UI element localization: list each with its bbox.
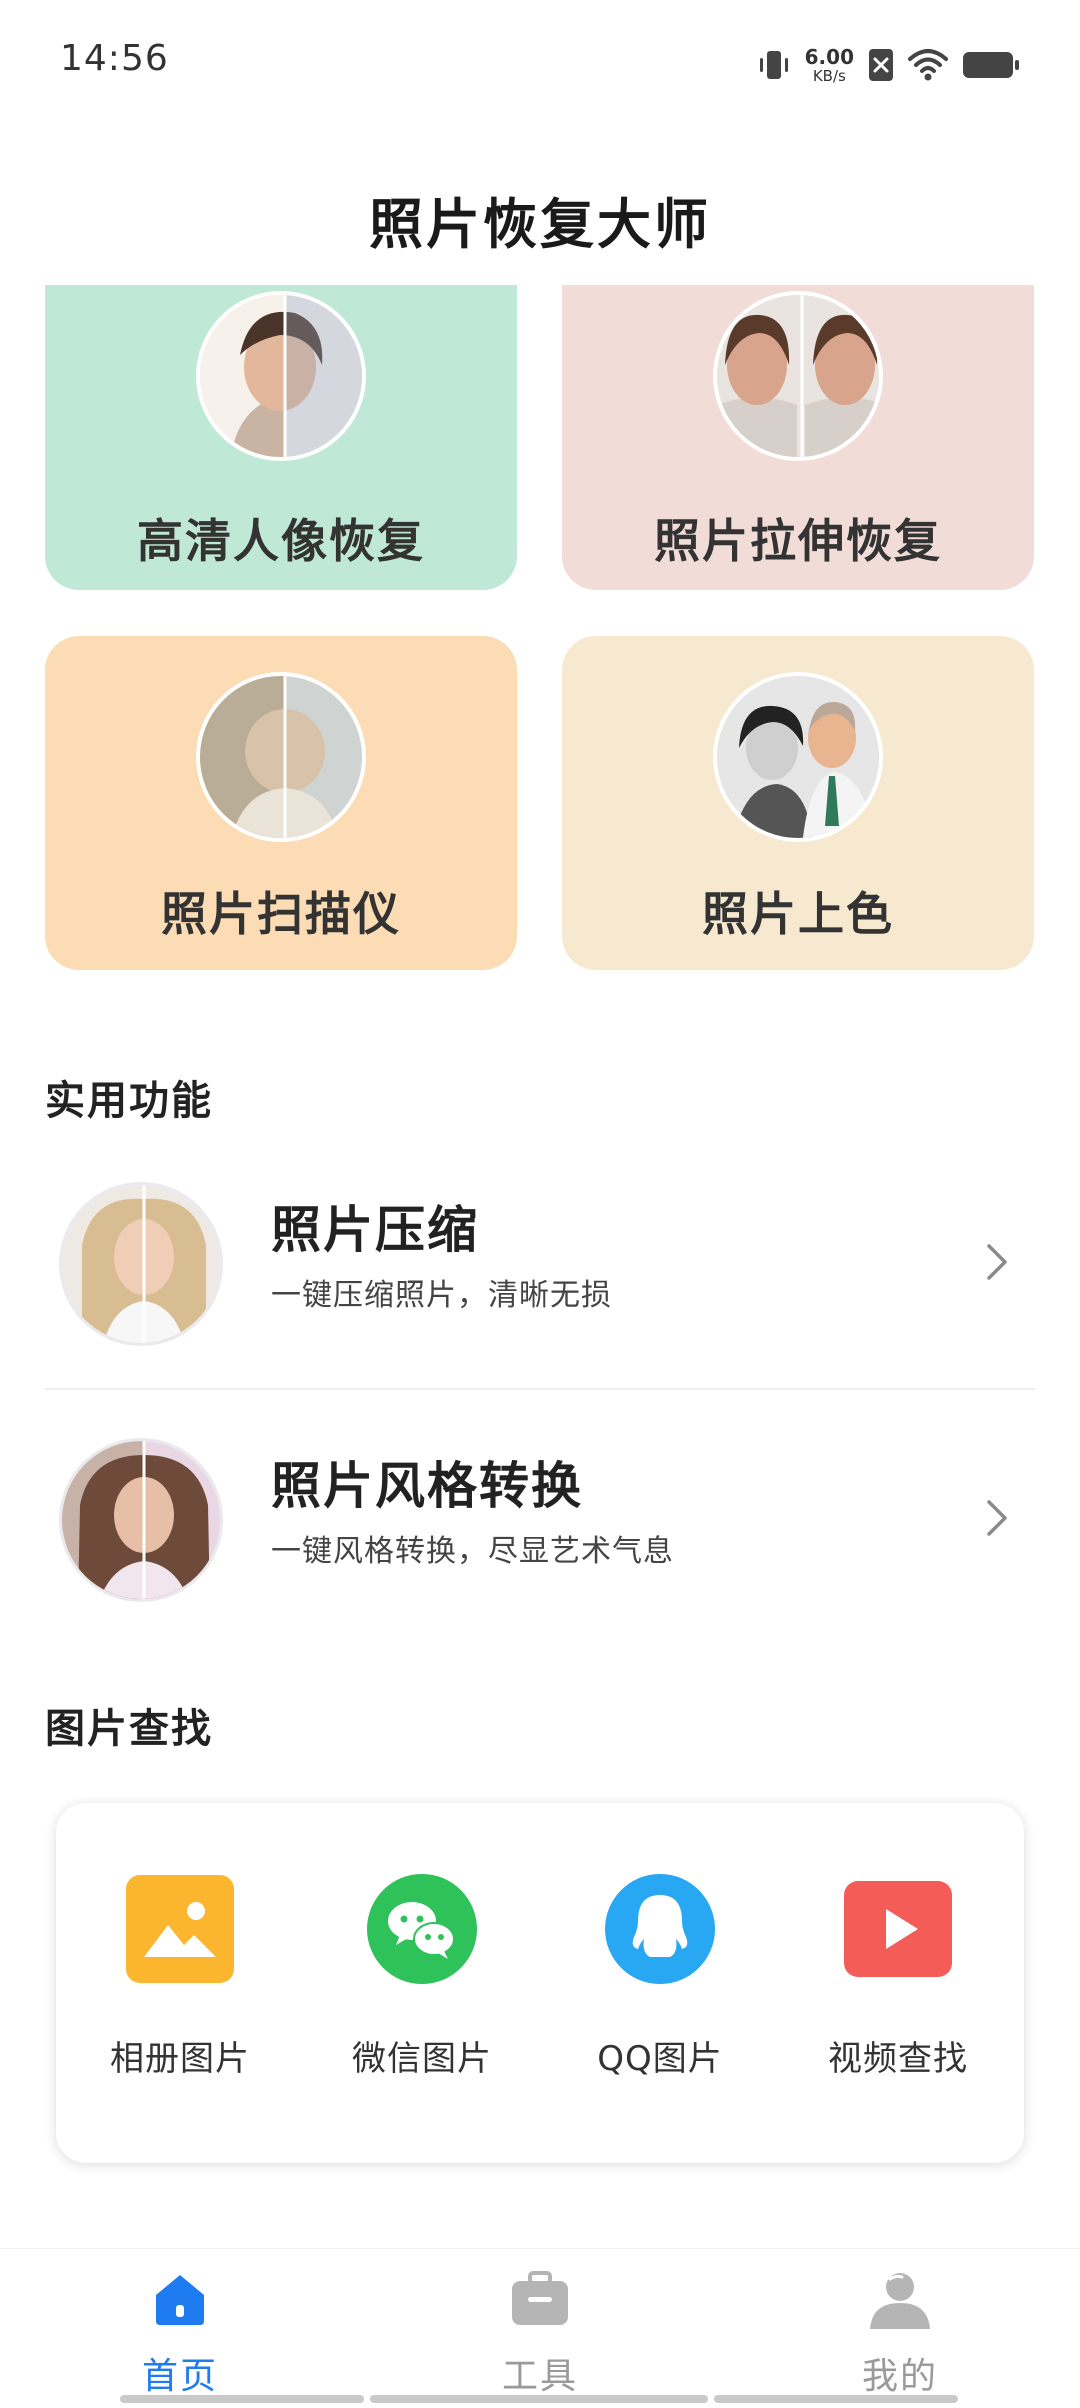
gesture-bar-segment [370, 2395, 708, 2403]
feature-card-colorize[interactable]: 照片上色 [562, 636, 1034, 970]
feature-card-label: 照片拉伸恢复 [654, 514, 942, 568]
net-speed-value: 6.00 [804, 44, 854, 69]
battery-icon [963, 52, 1019, 78]
toolbox-icon [512, 2271, 568, 2325]
stretch-restore-avatar [713, 291, 883, 461]
list-item-photo-compress[interactable]: 照片压缩 一键压缩照片，清晰无损 [45, 1162, 1035, 1362]
nav-tab-label: 工具 [501, 2356, 578, 2397]
wechat-icon [367, 1874, 477, 1984]
home-icon [156, 2275, 204, 2325]
video-icon [844, 1881, 952, 1977]
feature-card-label: 照片上色 [702, 887, 894, 941]
list-item-style-transfer[interactable]: 照片风格转换 一键风格转换，尽显艺术气息 [45, 1418, 1035, 1618]
bottom-nav: 首页 工具 我的 [0, 2248, 1080, 2408]
search-item-label: 视频查找 [828, 2039, 968, 2079]
net-speed: 6.00 KB/s [805, 47, 854, 84]
section-title-picture-search: 图片查找 [45, 1706, 213, 1752]
net-speed-unit: KB/s [812, 66, 846, 85]
page-title: 照片恢复大师 [369, 193, 711, 256]
nav-tab-tools[interactable]: 工具 [440, 2267, 640, 2399]
feature-card-label: 照片扫描仪 [161, 887, 401, 941]
search-item-label: 相册图片 [110, 2039, 250, 2079]
portrait-restore-avatar [196, 291, 366, 461]
feature-card-hd-portrait[interactable]: 高清人像恢复 [45, 285, 517, 590]
list-item-subtitle: 一键压缩照片，清晰无损 [271, 1278, 612, 1313]
search-item-label: QQ图片 [597, 2039, 723, 2079]
gesture-bar-segment [714, 2395, 958, 2403]
nav-tab-home[interactable]: 首页 [80, 2267, 280, 2399]
list-divider [45, 1388, 1035, 1390]
picture-search-panel: 相册图片 微信图片 QQ图片 视频查找 [56, 1803, 1024, 2163]
sim-disabled-icon [869, 49, 893, 81]
profile-icon [870, 2273, 930, 2329]
search-video-button[interactable]: 视频查找 [788, 1873, 1008, 2080]
search-wechat-button[interactable]: 微信图片 [312, 1873, 532, 2080]
album-icon [126, 1875, 234, 1983]
status-bar: 14:56 6.00 KB/s [0, 0, 1080, 128]
list-item-title: 照片风格转换 [271, 1457, 583, 1515]
nav-tab-profile[interactable]: 我的 [800, 2267, 1000, 2399]
nav-tab-label: 我的 [861, 2356, 938, 2397]
vibrate-icon [759, 51, 788, 79]
feature-card-photo-scanner[interactable]: 照片扫描仪 [45, 636, 517, 970]
gesture-bar-segment [120, 2395, 364, 2403]
app-screen: 14:56 6.00 KB/s 照片恢复大师 高清人像恢复 照片拉伸恢复 照片扫… [0, 0, 1080, 2408]
status-time: 14:56 [60, 38, 169, 79]
feature-card-stretch-restore[interactable]: 照片拉伸恢复 [562, 285, 1034, 590]
search-qq-button[interactable]: QQ图片 [550, 1873, 770, 2080]
photo-scanner-avatar [196, 672, 366, 842]
colorize-avatar [713, 672, 883, 842]
nav-tab-label: 首页 [141, 2356, 218, 2397]
chevron-right-icon [987, 1500, 1007, 1536]
status-icons: 6.00 KB/s [757, 40, 1020, 90]
photo-compress-thumb [59, 1182, 223, 1346]
style-transfer-thumb [59, 1438, 223, 1602]
list-item-title: 照片压缩 [271, 1201, 479, 1259]
list-item-subtitle: 一键风格转换，尽显艺术气息 [271, 1534, 674, 1569]
section-title-practical: 实用功能 [45, 1078, 213, 1124]
qq-icon [605, 1874, 715, 1984]
chevron-right-icon [987, 1244, 1007, 1280]
search-item-label: 微信图片 [352, 2039, 492, 2079]
feature-card-label: 高清人像恢复 [137, 514, 425, 568]
search-album-button[interactable]: 相册图片 [70, 1873, 290, 2080]
wifi-icon [908, 49, 948, 81]
